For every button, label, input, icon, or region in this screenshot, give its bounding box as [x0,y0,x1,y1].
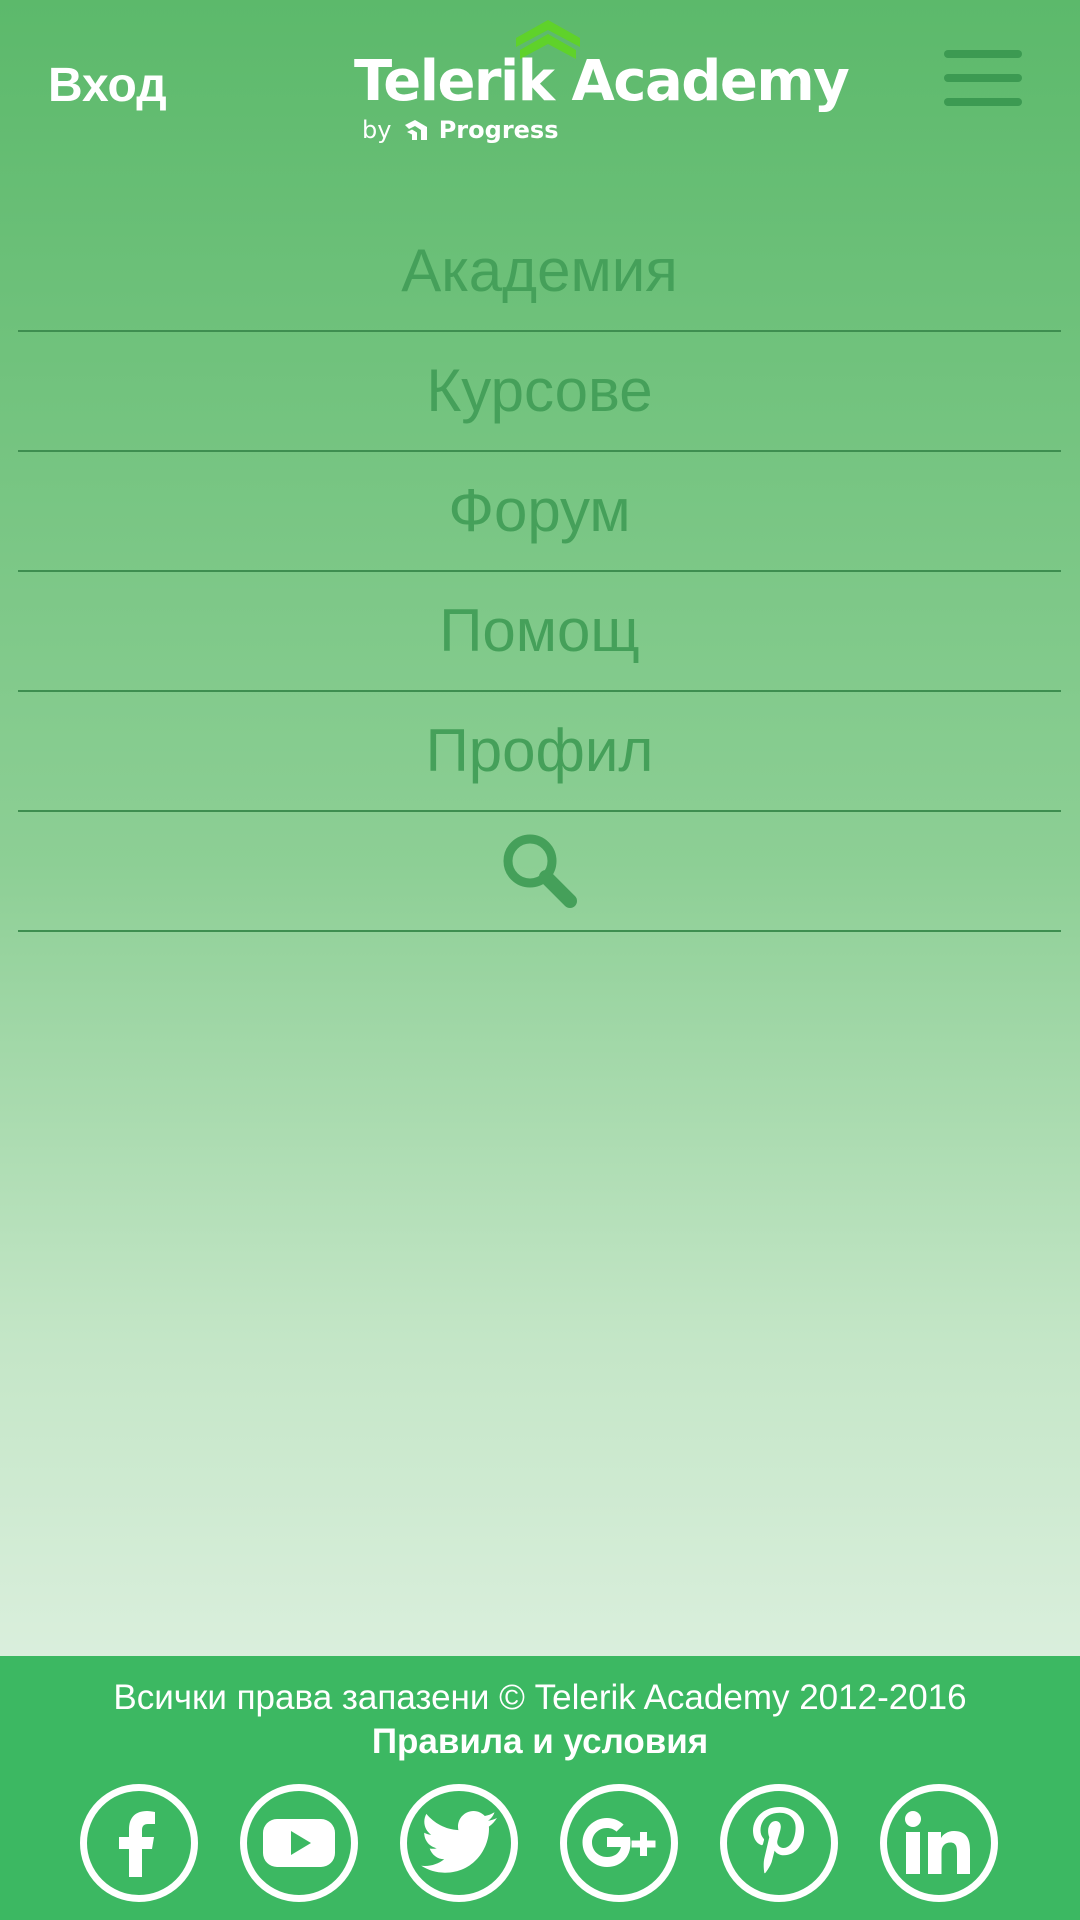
menu-item-label: Академия [401,237,678,304]
telerik-academy-logo[interactable]: Telerik Academy by Progress [352,16,850,156]
facebook-link[interactable] [80,1784,198,1902]
facebook-icon [119,1811,155,1877]
social-links [0,1784,1080,1908]
menu-item-search[interactable] [18,812,1061,932]
hamburger-bar [944,74,1022,82]
menu-item-profile[interactable]: Профил [18,692,1061,812]
menu-item-label: Профил [425,717,654,784]
pinterest-icon [753,1807,805,1874]
hamburger-bar [944,50,1022,58]
google-plus-link[interactable] [560,1784,678,1902]
search-icon [503,834,577,908]
terms-link[interactable]: Правила и условия [0,1722,1080,1762]
menu-item-forum[interactable]: Форум [18,452,1061,572]
menu-item-help[interactable]: Помощ [18,572,1061,692]
menu-item-courses[interactable]: Курсове [18,332,1061,452]
menu-item-label: Форум [448,477,631,544]
header: Вход Telerik Academy by Progress [0,0,1080,180]
hamburger-bar [944,98,1022,106]
menu-item-label: Курсове [426,357,653,424]
youtube-link[interactable] [240,1784,358,1902]
google-plus-icon [582,1818,656,1867]
youtube-icon [263,1819,335,1867]
linkedin-icon [905,1811,970,1874]
progress-logo-icon [405,120,428,140]
footer: Всички права запазени © Telerik Academy … [0,1656,1080,1920]
logo-subtitle: by Progress [362,118,559,142]
twitter-link[interactable] [400,1784,518,1902]
menu-item-label: Помощ [439,597,640,664]
main-menu: Академия Курсове Форум Помощ Профил [18,212,1061,932]
login-link[interactable]: Вход [48,58,167,113]
logo-title: Telerik Academy [354,49,850,114]
copyright-text: Всички права запазени © Telerik Academy … [113,1678,967,1717]
pinterest-link[interactable] [720,1784,838,1902]
menu-item-academy[interactable]: Академия [18,212,1061,332]
logo-by: by [362,116,392,144]
twitter-icon [421,1811,497,1873]
linkedin-link[interactable] [880,1784,998,1902]
logo-brand: Progress [438,116,559,144]
hamburger-menu-button[interactable] [944,48,1022,112]
